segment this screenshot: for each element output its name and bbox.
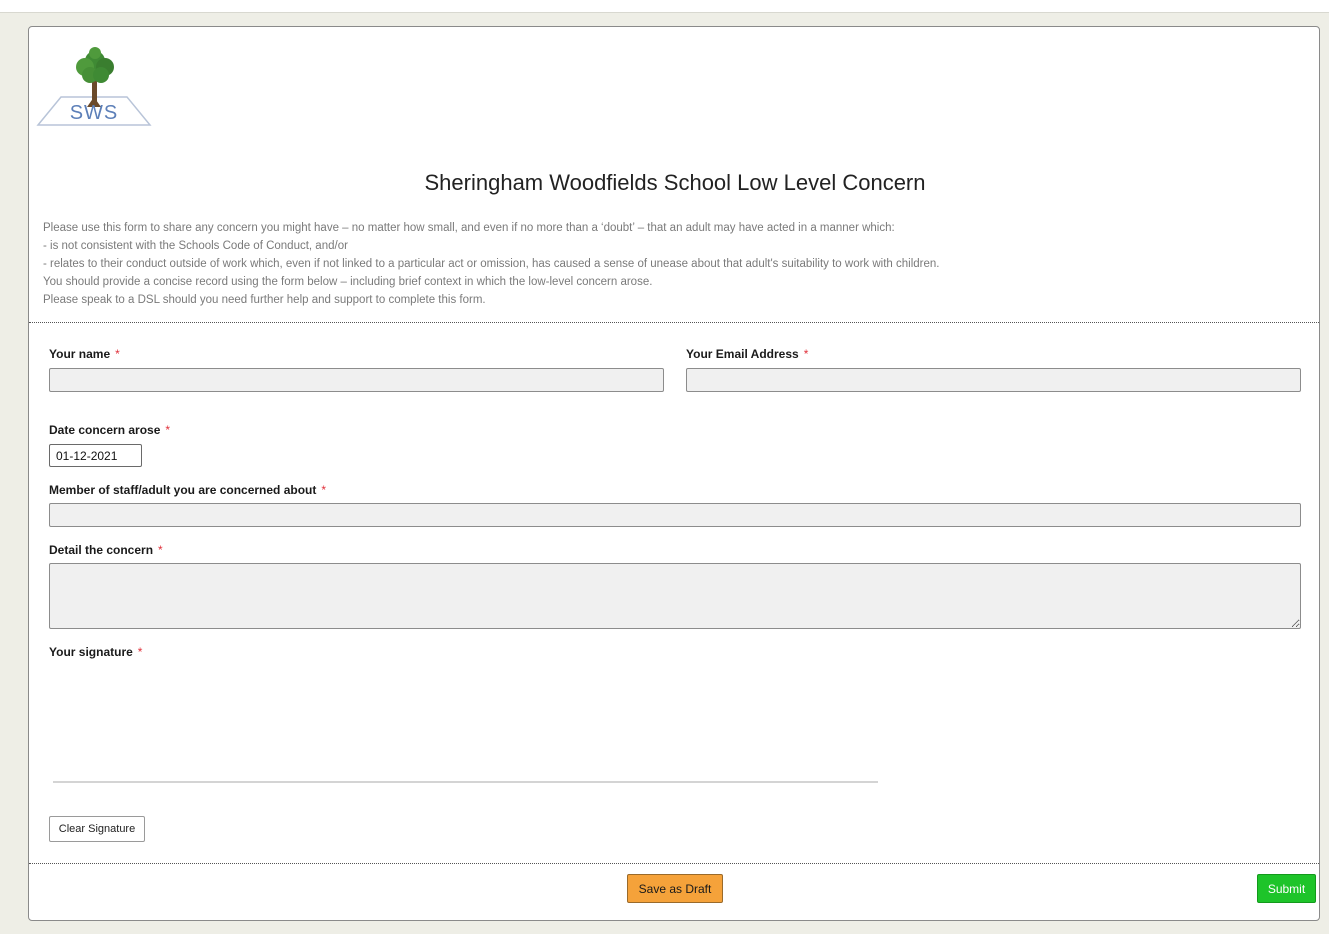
signature-label-text: Your signature bbox=[49, 645, 133, 659]
staff-label: Member of staff/adult you are concerned … bbox=[49, 483, 326, 497]
intro-line: Please speak to a DSL should you need fu… bbox=[43, 294, 486, 306]
page-title: Sheringham Woodfields School Low Level C… bbox=[424, 170, 926, 195]
detail-label-text: Detail the concern bbox=[49, 543, 154, 557]
clear-signature-button[interactable]: Clear Signature bbox=[49, 816, 145, 842]
save-draft-button[interactable]: Save as Draft bbox=[627, 874, 723, 903]
name-input[interactable] bbox=[49, 368, 664, 392]
date-input[interactable] bbox=[49, 444, 142, 467]
header-divider bbox=[29, 322, 1319, 323]
staff-input[interactable] bbox=[49, 503, 1301, 527]
logo-text: SWS bbox=[70, 102, 119, 124]
date-label: Date concern arose * bbox=[49, 423, 170, 437]
email-label: Your Email Address * bbox=[686, 347, 808, 361]
signature-label: Your signature * bbox=[49, 645, 142, 659]
required-marker: * bbox=[115, 347, 120, 361]
email-label-text: Your Email Address bbox=[686, 347, 799, 361]
browser-top-strip bbox=[0, 0, 1329, 13]
detail-textarea[interactable] bbox=[49, 563, 1301, 629]
submit-button[interactable]: Submit bbox=[1257, 874, 1316, 903]
signature-pad[interactable] bbox=[49, 667, 889, 787]
tree-logo-icon: SWS bbox=[36, 47, 152, 126]
required-marker: * bbox=[137, 645, 143, 659]
required-marker: * bbox=[321, 483, 327, 497]
footer-divider bbox=[29, 863, 1319, 864]
intro-line: - relates to their conduct outside of wo… bbox=[43, 258, 940, 270]
intro-line: Please use this form to share any concer… bbox=[43, 222, 895, 234]
signature-line bbox=[53, 781, 878, 783]
email-input[interactable] bbox=[686, 368, 1301, 392]
intro-line: - is not consistent with the Schools Cod… bbox=[43, 240, 348, 252]
intro-text: Please use this form to share any concer… bbox=[43, 219, 1303, 309]
required-marker: * bbox=[158, 543, 163, 557]
school-logo: SWS bbox=[35, 45, 153, 129]
required-marker: * bbox=[803, 347, 809, 361]
staff-label-text: Member of staff/adult you are concerned … bbox=[49, 483, 317, 497]
date-label-text: Date concern arose bbox=[49, 423, 161, 437]
required-marker: * bbox=[165, 423, 171, 437]
form-card: SWS Sheringham Woodfields School Low Lev… bbox=[28, 26, 1320, 921]
name-label: Your name * bbox=[49, 347, 120, 361]
detail-label: Detail the concern * bbox=[49, 543, 163, 557]
name-label-text: Your name bbox=[49, 347, 111, 361]
intro-line: You should provide a concise record usin… bbox=[43, 276, 653, 288]
